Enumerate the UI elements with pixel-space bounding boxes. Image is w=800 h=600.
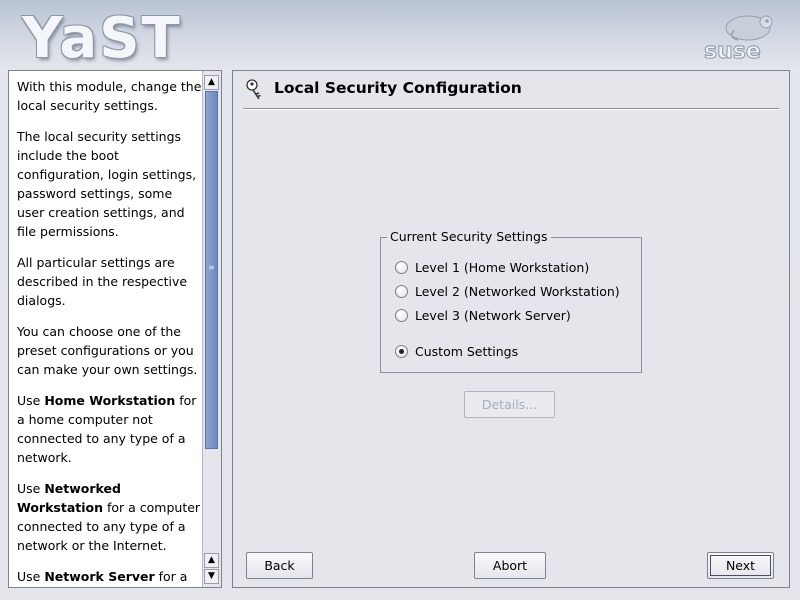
radio-label-custom: Custom Settings — [415, 343, 519, 359]
abort-button[interactable]: Abort — [474, 552, 546, 579]
scroll-up-arrow-icon[interactable]: ▲ — [204, 75, 219, 90]
key-icon — [246, 79, 261, 100]
main-panel: Local Security Configuration Current Sec… — [232, 70, 790, 588]
help-paragraph: You can choose one of the preset configu… — [17, 322, 203, 379]
radio-button[interactable] — [395, 284, 408, 298]
help-text-run: Use — [17, 569, 45, 584]
help-text-run: for a — [154, 569, 188, 584]
help-text-run: Use — [17, 481, 45, 496]
header: YaST suse — [0, 0, 800, 71]
radio-level-3[interactable]: Level 3 (Network Server) — [395, 306, 571, 324]
help-text-run: All particular settings are described in… — [17, 255, 188, 308]
help-paragraph: Use Home Workstation for a home computer… — [17, 391, 203, 467]
help-scrollbar[interactable]: ▲ ≡ ▲ ▼ — [202, 71, 221, 587]
radio-label-level-1: Level 1 (Home Workstation) — [415, 259, 590, 275]
help-text-run: Use — [17, 393, 45, 408]
help-panel: With this module, change the local secur… — [8, 70, 222, 588]
grip-icon: ≡ — [208, 263, 215, 272]
svg-text:suse: suse — [704, 39, 761, 62]
radio-level-1[interactable]: Level 1 (Home Workstation) — [395, 258, 589, 276]
help-emphasis: Network Server — [44, 569, 155, 584]
radio-button[interactable] — [395, 308, 408, 322]
help-text-run: You can choose one of the preset configu… — [17, 324, 198, 377]
help-emphasis: Home Workstation — [44, 393, 176, 408]
radio-custom-settings[interactable]: Custom Settings — [395, 342, 518, 360]
group-title: Current Security Settings — [387, 229, 551, 244]
radio-level-2[interactable]: Level 2 (Networked Workstation) — [395, 282, 620, 300]
help-text-run: With this module, change the local secur… — [17, 79, 202, 113]
next-button[interactable]: Next — [707, 552, 774, 579]
radio-button[interactable] — [395, 260, 408, 274]
page-title: Local Security Configuration — [274, 79, 522, 97]
scrollbar-thumb[interactable]: ≡ — [205, 91, 218, 449]
help-paragraph: With this module, change the local secur… — [17, 77, 203, 115]
security-settings-group: Current Security Settings Level 1 (Home … — [380, 229, 642, 373]
help-text-run: The local security settings include the … — [17, 129, 197, 239]
suse-logo: suse — [704, 15, 773, 62]
radio-button-checked[interactable] — [395, 344, 408, 358]
help-paragraph: All particular settings are described in… — [17, 253, 203, 310]
radio-label-level-3: Level 3 (Network Server) — [415, 307, 571, 323]
yast-logo: YaST — [22, 6, 182, 71]
title-divider — [243, 108, 779, 110]
help-paragraph: Use Networked Workstation for a computer… — [17, 479, 203, 555]
scroll-down-arrow-icon[interactable]: ▼ — [204, 569, 219, 584]
details-button[interactable]: Details... — [464, 391, 555, 418]
help-paragraph: The local security settings include the … — [17, 127, 203, 241]
radio-label-level-2: Level 2 (Networked Workstation) — [415, 283, 620, 299]
help-text: With this module, change the local secur… — [17, 77, 203, 587]
back-button[interactable]: Back — [246, 552, 313, 579]
scroll-up-arrow-icon-2[interactable]: ▲ — [204, 553, 219, 568]
help-paragraph: Use Network Server for a — [17, 567, 203, 586]
